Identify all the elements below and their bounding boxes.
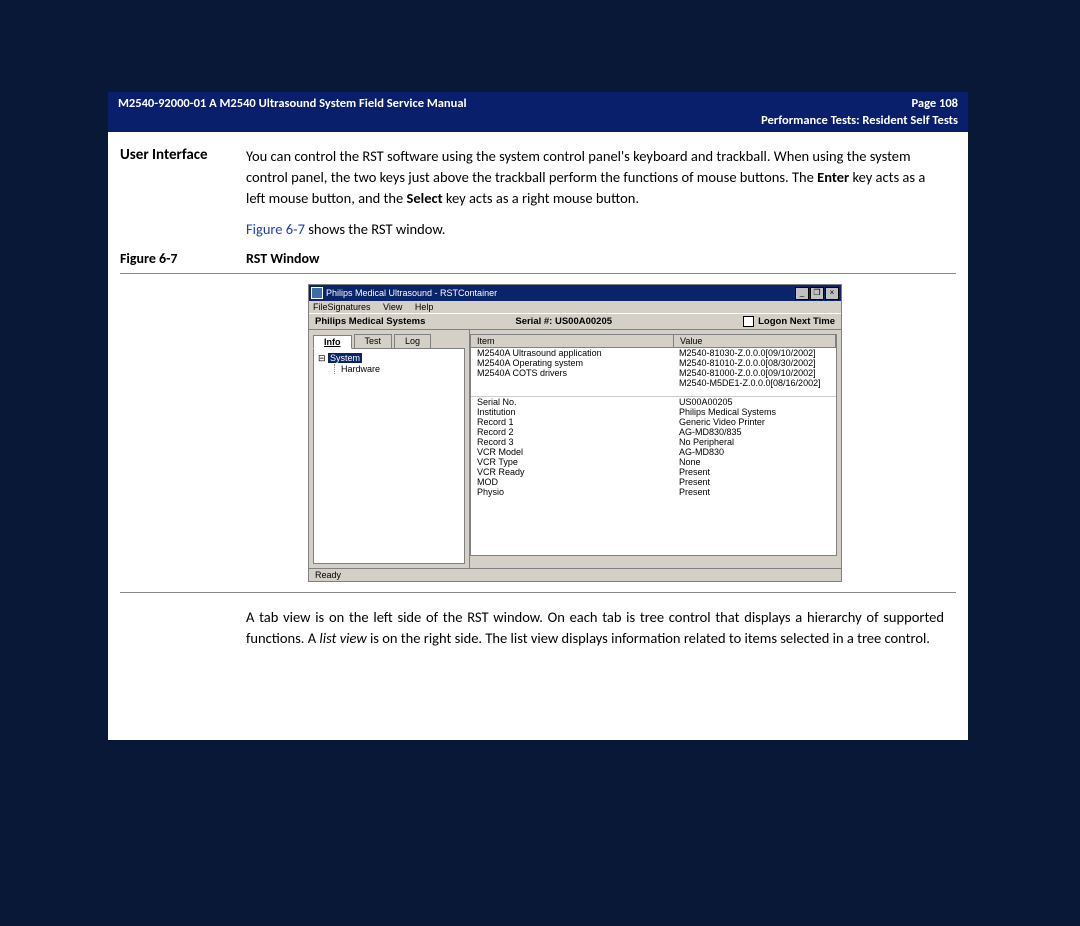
info-bar: Philips Medical Systems Serial #: US00A0… [309,313,841,330]
maximize-button[interactable]: ❐ [810,287,824,300]
paragraph-after-figure: A tab view is on the left side of the RS… [108,607,968,649]
tab-info[interactable]: Info [313,335,352,349]
list-row[interactable]: Record 1Generic Video Printer [471,417,836,427]
cell-value: M2540-M5DE1-Z.0.0.0[08/16/2002] [673,378,836,388]
cell-item: Serial No. [471,397,673,407]
list-row[interactable]: M2540A Ultrasound applicationM2540-81030… [471,348,836,358]
minimize-button[interactable]: _ [795,287,809,300]
cell-item: M2540A Operating system [471,358,673,368]
list-row[interactable]: M2540A COTS driversM2540-81000-Z.0.0.0[0… [471,368,836,378]
app-icon [311,287,323,299]
cell-value: Present [673,477,836,487]
column-item[interactable]: Item [471,335,674,347]
figure-caption-row: Figure 6-7 RST Window [108,250,968,267]
figure-crossref-link[interactable]: Figure 6-7 [246,220,305,238]
tab-test[interactable]: Test [354,334,393,348]
key-enter: Enter [817,168,849,186]
list-row[interactable]: Record 3No Peripheral [471,437,836,447]
cell-item: VCR Ready [471,467,673,477]
cell-item: Physio [471,487,673,497]
divider [120,273,956,274]
document-page: M2540-92000-01 A M2540 Ultrasound System… [108,92,968,740]
cell-item: M2540A COTS drivers [471,368,673,378]
status-bar: Ready [309,568,841,581]
cell-item: M2540A Ultrasound application [471,348,673,358]
menu-view[interactable]: View [383,302,402,312]
cell-value: AG-MD830 [673,447,836,457]
list-row[interactable]: Record 2AG-MD830/835 [471,427,836,437]
close-button[interactable]: × [825,287,839,300]
cell-item: Record 2 [471,427,673,437]
para-text: shows the RST window. [305,220,446,238]
cell-item: Institution [471,407,673,417]
tree-control[interactable]: ⊟ System Hardware [313,348,465,564]
list-row[interactable]: InstitutionPhilips Medical Systems [471,407,836,417]
list-row[interactable]: Serial No.US00A00205 [471,397,836,407]
cell-item: VCR Type [471,457,673,467]
header-breadcrumb: Performance Tests: Resident Self Tests [108,113,968,132]
divider [120,592,956,593]
tab-bar: Info Test Log [309,330,469,348]
list-header: Item Value [471,335,836,348]
cell-value: Present [673,487,836,497]
body-text: You can control the RST software using t… [246,146,968,240]
menu-bar: FileSignatures View Help [309,301,841,313]
list-row[interactable]: VCR ModelAG-MD830 [471,447,836,457]
cell-value: AG-MD830/835 [673,427,836,437]
serial-label: Serial #: [515,316,555,327]
column-value[interactable]: Value [674,335,836,347]
window-titlebar[interactable]: Philips Medical Ultrasound - RSTContaine… [309,285,841,301]
cell-value: US00A00205 [673,397,836,407]
menu-help[interactable]: Help [415,302,434,312]
cell-value: No Peripheral [673,437,836,447]
figure-title: RST Window [246,250,319,267]
serial-value: US00A00205 [555,316,612,327]
list-row[interactable]: PhysioPresent [471,487,836,497]
list-view[interactable]: Item Value M2540A Ultrasound application… [470,334,837,556]
tree-node-system[interactable]: System [328,353,362,363]
cell-value: Philips Medical Systems [673,407,836,417]
para-text: key acts as a right mouse button. [443,189,639,207]
cell-value: M2540-81000-Z.0.0.0[09/10/2002] [673,368,836,378]
logon-checkbox[interactable] [743,316,754,327]
cell-item: Record 1 [471,417,673,427]
term-list-view: list view [319,629,366,647]
tree-node-hardware[interactable]: Hardware [334,364,460,374]
list-row[interactable]: M2540A Operating systemM2540-81010-Z.0.0… [471,358,836,368]
cell-value: M2540-81030-Z.0.0.0[09/10/2002] [673,348,836,358]
figure-number: Figure 6-7 [108,250,246,267]
para-text: is on the right side. The list view disp… [367,629,930,647]
cell-value: M2540-81010-Z.0.0.0[08/30/2002] [673,358,836,368]
window-title: Philips Medical Ultrasound - RSTContaine… [326,288,497,298]
cell-value: None [673,457,836,467]
list-row[interactable]: VCR TypeNone [471,457,836,467]
list-row[interactable]: M2540-M5DE1-Z.0.0.0[08/16/2002] [471,378,836,388]
tab-log[interactable]: Log [394,334,431,348]
menu-filesignatures[interactable]: FileSignatures [313,302,371,312]
brand-label: Philips Medical Systems [315,316,425,327]
cell-item: Record 3 [471,437,673,447]
logon-label: Logon Next Time [758,316,835,327]
figure-image: Philips Medical Ultrasound - RSTContaine… [308,284,842,582]
cell-value: Present [673,467,836,477]
rst-window: Philips Medical Ultrasound - RSTContaine… [308,284,842,582]
cell-item [471,378,673,388]
cell-item: VCR Model [471,447,673,457]
header-doc-id: M2540-92000-01 A M2540 Ultrasound System… [118,96,467,111]
key-select: Select [407,189,443,207]
para-text: You can control the RST software using t… [246,147,911,186]
list-row[interactable]: MODPresent [471,477,836,487]
list-row[interactable]: VCR ReadyPresent [471,467,836,477]
section-user-interface: User Interface You can control the RST s… [108,146,968,240]
left-pane: Info Test Log ⊟ System Hardware [309,330,470,568]
cell-value: Generic Video Printer [673,417,836,427]
cell-item: MOD [471,477,673,487]
page-header: M2540-92000-01 A M2540 Ultrasound System… [108,92,968,113]
header-page-number: Page 108 [912,96,959,111]
section-heading: User Interface [108,146,246,240]
